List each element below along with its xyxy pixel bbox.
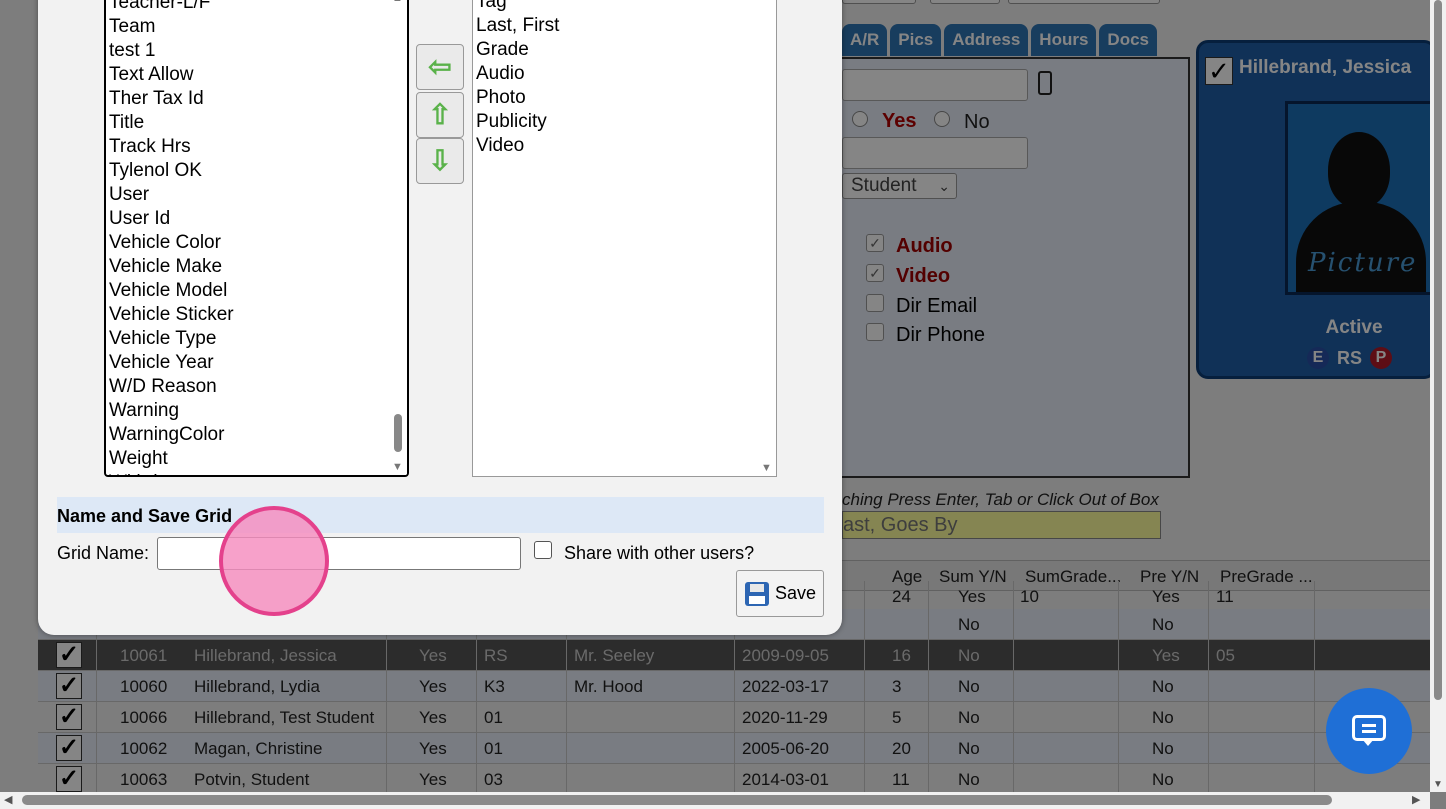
available-field-item[interactable]: Text Allow xyxy=(106,63,407,87)
arrow-left-icon: ⇦ xyxy=(428,51,452,82)
move-down-button[interactable]: ⇩ xyxy=(416,138,464,184)
chat-bubble-icon xyxy=(1352,715,1386,741)
selected-field-item[interactable]: Publicity xyxy=(473,110,776,134)
selected-fields-items: Tag Last, First Grade Audio Photo Publicity Vi… xyxy=(473,0,776,158)
grid-name-input[interactable] xyxy=(157,537,521,570)
available-field-item[interactable]: Teacher-L/F xyxy=(106,0,407,15)
selected-list-scrollbar[interactable]: ▲ ▼ xyxy=(758,0,776,476)
available-field-item[interactable]: Team xyxy=(106,15,407,39)
available-field-item[interactable]: Track Hrs xyxy=(106,135,407,159)
scroll-up-icon[interactable]: ▲ xyxy=(392,0,403,4)
selected-field-item[interactable]: Tag xyxy=(473,0,776,14)
selected-field-item[interactable]: Last, First xyxy=(473,14,776,38)
section-title: Name and Save Grid xyxy=(57,497,824,533)
available-field-item[interactable]: Vehicle Make xyxy=(106,255,407,279)
available-field-item[interactable]: W/D Reason xyxy=(106,375,407,399)
available-field-item[interactable]: WarningColor xyxy=(106,423,407,447)
available-field-item[interactable]: Vehicle Color xyxy=(106,231,407,255)
scroll-up-icon[interactable]: ▲ xyxy=(761,0,772,3)
save-button-label: Save xyxy=(775,583,817,603)
click-indicator xyxy=(219,506,329,616)
available-field-item[interactable]: Ther Tax Id xyxy=(106,87,407,111)
save-button[interactable]: Save xyxy=(736,570,824,617)
available-fields-items: Teacher-L/F Team test 1 Text Allow Ther Tax … xyxy=(106,0,407,475)
share-label: Share with other users? xyxy=(564,543,755,563)
available-field-item[interactable]: test 1 xyxy=(106,39,407,63)
available-fields-list[interactable]: Teacher-L/F Team test 1 Text Allow Ther Tax … xyxy=(104,0,409,477)
selected-field-item[interactable]: Audio xyxy=(473,62,776,86)
available-field-item[interactable]: Weight xyxy=(106,447,407,471)
available-field-item[interactable]: Vehicle Year xyxy=(106,351,407,375)
horizontal-scroll-thumb[interactable] xyxy=(22,795,1332,805)
move-left-button[interactable]: ⇦ xyxy=(416,44,464,90)
selected-field-item[interactable]: Video xyxy=(473,134,776,158)
scroll-left-icon[interactable]: ◀ xyxy=(4,793,12,806)
move-up-button[interactable]: ⇧ xyxy=(416,92,464,138)
page-vertical-scrollbar[interactable]: ▲ ▼ xyxy=(1430,0,1446,792)
chat-bubble-tail xyxy=(1362,739,1374,746)
floppy-disk-icon xyxy=(745,582,769,606)
page-horizontal-scrollbar[interactable]: ◀ ▶ xyxy=(0,792,1430,809)
available-field-item[interactable]: Title xyxy=(106,111,407,135)
available-field-item[interactable]: Vehicle Sticker xyxy=(106,303,407,327)
scroll-down-icon[interactable]: ▼ xyxy=(761,462,772,474)
selected-fields-list[interactable]: Tag Last, First Grade Audio Photo Publicity Vi… xyxy=(472,0,777,477)
available-field-item[interactable]: Tylenol OK xyxy=(106,159,407,183)
scroll-right-icon[interactable]: ▶ xyxy=(1412,793,1420,806)
share-checkbox[interactable] xyxy=(534,541,552,559)
available-field-item[interactable]: Warning xyxy=(106,399,407,423)
available-list-scrollbar[interactable]: ▲ ▼ xyxy=(389,0,407,475)
available-field-item[interactable]: User Id xyxy=(106,207,407,231)
arrow-up-icon: ⇧ xyxy=(428,99,452,130)
arrow-down-icon: ⇩ xyxy=(428,145,452,176)
grid-columns-dialog: Teacher-L/F Team test 1 Text Allow Ther Tax … xyxy=(38,0,842,635)
scroll-down-icon[interactable]: ▼ xyxy=(392,461,403,473)
selected-field-item[interactable]: Grade xyxy=(473,38,776,62)
selected-field-item[interactable]: Photo xyxy=(473,86,776,110)
available-field-item[interactable]: Withdrawn xyxy=(106,471,407,475)
chat-button[interactable] xyxy=(1326,688,1412,774)
available-field-item[interactable]: User xyxy=(106,183,407,207)
scroll-down-icon[interactable]: ▼ xyxy=(1433,779,1443,790)
available-field-item[interactable]: Vehicle Type xyxy=(106,327,407,351)
grid-name-label: Grid Name: xyxy=(57,543,150,563)
available-field-item[interactable]: Vehicle Model xyxy=(106,279,407,303)
scroll-thumb[interactable] xyxy=(394,414,402,452)
vertical-scroll-thumb[interactable] xyxy=(1434,0,1442,700)
